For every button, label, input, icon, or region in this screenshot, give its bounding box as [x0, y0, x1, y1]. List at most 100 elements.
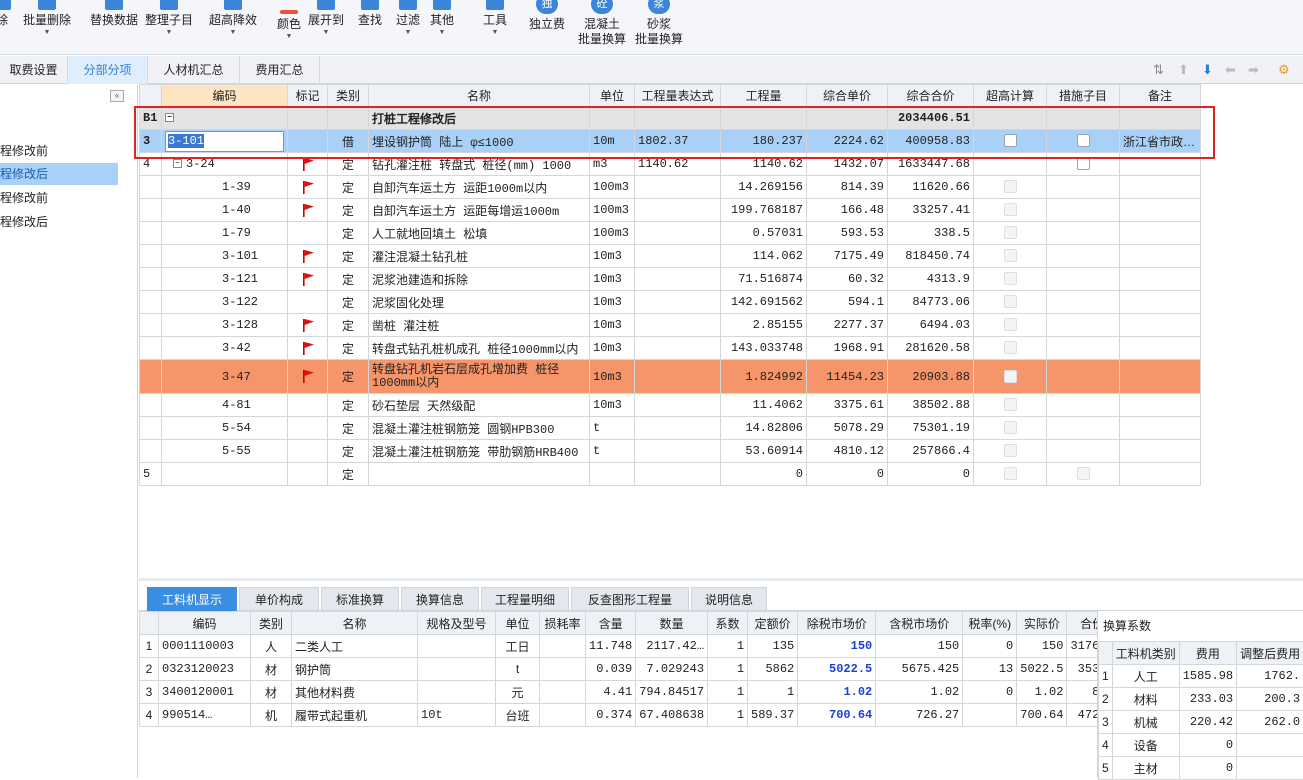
code-cell[interactable]: 3400120001: [159, 681, 251, 704]
column-header[interactable]: 名称: [292, 612, 418, 635]
name-cell[interactable]: 钻孔灌注桩 转盘式 桩径(mm) 1000: [369, 153, 590, 176]
coefficient-row[interactable]: 5主材0: [1099, 757, 1303, 780]
tree-item[interactable]: 程修改后: [0, 163, 118, 185]
tree-item[interactable]: 程修改前: [0, 140, 118, 162]
column-header[interactable]: 综合单价: [807, 85, 888, 107]
tree-item[interactable]: 程修改前: [0, 187, 118, 209]
table-row[interactable]: 5定000: [140, 463, 1201, 486]
qty-cell[interactable]: 114.062: [721, 245, 807, 268]
mortar-batch-button[interactable]: 浆砂浆批量换算: [634, 0, 684, 55]
mkt_tax-cell[interactable]: 150: [876, 635, 963, 658]
table-row[interactable]: 5-55定混凝土灌注桩钢筋笼 带肋钢筋HRB400t53.609144810.1…: [140, 440, 1201, 463]
column-header[interactable]: 类别: [251, 612, 292, 635]
content-cell[interactable]: 11.748: [586, 635, 636, 658]
resource-row[interactable]: 33400120001材其他材料费元4.41794.84517111.021.0…: [140, 681, 1118, 704]
coefficient-row[interactable]: 2材料233.03200.3: [1099, 688, 1303, 711]
name-cell[interactable]: 凿桩 灌注桩: [369, 314, 590, 337]
code-cell[interactable]: 1-79: [162, 222, 288, 245]
type-cell[interactable]: 机: [251, 704, 292, 727]
column-header[interactable]: 损耗率: [540, 612, 586, 635]
tax-cell[interactable]: [963, 704, 1017, 727]
expr-cell[interactable]: [635, 314, 721, 337]
mkt_tax-cell[interactable]: 5675.425: [876, 658, 963, 681]
qty-cell[interactable]: 11.4062: [721, 394, 807, 417]
expr-cell[interactable]: [635, 222, 721, 245]
lower-tab-3[interactable]: 换算信息: [401, 587, 479, 611]
expr-cell[interactable]: [635, 268, 721, 291]
loss-cell[interactable]: [540, 635, 586, 658]
unit-cell[interactable]: t: [590, 440, 635, 463]
measure-cell[interactable]: [1047, 153, 1120, 176]
unit-cell[interactable]: 台班: [496, 704, 540, 727]
measure-cell[interactable]: [1047, 130, 1120, 153]
expr-cell[interactable]: [635, 245, 721, 268]
unit-cell[interactable]: 10m3: [590, 245, 635, 268]
tab-2[interactable]: 人材机汇总: [148, 56, 240, 84]
tree-item[interactable]: 程修改后: [0, 211, 118, 233]
coefficient-row[interactable]: 4设备0: [1099, 734, 1303, 757]
qty-cell[interactable]: 67.408638: [636, 704, 708, 727]
code-cell[interactable]: 5-54: [162, 417, 288, 440]
unit-cell[interactable]: 10m3: [590, 268, 635, 291]
resource-row[interactable]: 10001110003人二类人工工日11.7482117.42…11351501…: [140, 635, 1118, 658]
batch-delete-button[interactable]: 批量删除▼: [22, 0, 72, 55]
unit-cell[interactable]: 10m: [590, 130, 635, 153]
column-header[interactable]: 标记: [288, 85, 328, 107]
adjusted-fee-cell[interactable]: [1237, 734, 1303, 757]
tab-1[interactable]: 分部分项: [68, 56, 148, 84]
column-header[interactable]: 费用: [1179, 642, 1236, 665]
unit-cell[interactable]: 10m3: [590, 337, 635, 360]
lower-tab-5[interactable]: 反查图形工程量: [571, 587, 689, 611]
move-right-icon[interactable]: ➡: [1248, 62, 1259, 78]
table-row[interactable]: 3-121定泥浆池建造和拆除10m371.51687460.324313.9: [140, 268, 1201, 291]
checkbox[interactable]: [1004, 134, 1017, 147]
column-header[interactable]: 除税市场价: [798, 612, 876, 635]
spec-cell[interactable]: [418, 681, 496, 704]
content-cell[interactable]: 4.41: [586, 681, 636, 704]
adjusted-fee-cell[interactable]: [1237, 757, 1303, 780]
expr-cell[interactable]: [635, 440, 721, 463]
column-header[interactable]: 系数: [708, 612, 748, 635]
mkt-cell[interactable]: 150: [798, 635, 876, 658]
adjusted-fee-cell[interactable]: 1762.: [1237, 665, 1303, 688]
qty-cell[interactable]: 14.269156: [721, 176, 807, 199]
actual-cell[interactable]: 700.64: [1017, 704, 1067, 727]
qty-cell[interactable]: 14.82806: [721, 417, 807, 440]
name-cell[interactable]: 其他材料费: [292, 681, 418, 704]
column-header[interactable]: 规格及型号: [418, 612, 496, 635]
concrete-batch-button[interactable]: 砼混凝土批量换算: [577, 0, 627, 55]
qty-cell[interactable]: 794.84517: [636, 681, 708, 704]
unit-cell[interactable]: 工日: [496, 635, 540, 658]
sort-icon[interactable]: ⇅: [1153, 62, 1164, 78]
lower-tab-0[interactable]: 工料机显示: [147, 587, 237, 611]
delete-button[interactable]: 除: [0, 0, 12, 55]
tab-0[interactable]: 取费设置: [0, 56, 68, 84]
unit-cell[interactable]: 10m3: [590, 291, 635, 314]
tax-cell[interactable]: 0: [963, 635, 1017, 658]
expr-cell[interactable]: [635, 337, 721, 360]
checkbox[interactable]: [1077, 134, 1090, 147]
code-cell[interactable]: 1-40: [162, 199, 288, 222]
quota-cell[interactable]: 589.37: [748, 704, 798, 727]
tree-toggle-cell[interactable]: −: [162, 107, 288, 130]
section-row[interactable]: B1−打桩工程修改后2034406.51: [140, 107, 1201, 130]
name-cell[interactable]: 泥浆池建造和拆除: [369, 268, 590, 291]
column-header[interactable]: 编码: [162, 85, 288, 107]
column-header[interactable]: 备注: [1120, 85, 1201, 107]
qty-cell[interactable]: 71.516874: [721, 268, 807, 291]
loss-cell[interactable]: [540, 704, 586, 727]
qty-cell[interactable]: 2117.42…: [636, 635, 708, 658]
actual-cell[interactable]: 150: [1017, 635, 1067, 658]
code-cell[interactable]: 3-128: [162, 314, 288, 337]
column-header[interactable]: 单位: [496, 612, 540, 635]
coef-cell[interactable]: 1: [708, 658, 748, 681]
name-cell[interactable]: 自卸汽车运土方 运距每增运1000m: [369, 199, 590, 222]
collapse-panel-icon[interactable]: «: [110, 90, 124, 102]
actual-cell[interactable]: 5022.5: [1017, 658, 1067, 681]
column-header[interactable]: 措施子目: [1047, 85, 1120, 107]
move-left-icon[interactable]: ⬅: [1225, 62, 1236, 78]
mkt-cell[interactable]: 1.02: [798, 681, 876, 704]
coef-cell[interactable]: 1: [708, 704, 748, 727]
name-cell[interactable]: 履带式起重机: [292, 704, 418, 727]
qty-cell[interactable]: 53.60914: [721, 440, 807, 463]
